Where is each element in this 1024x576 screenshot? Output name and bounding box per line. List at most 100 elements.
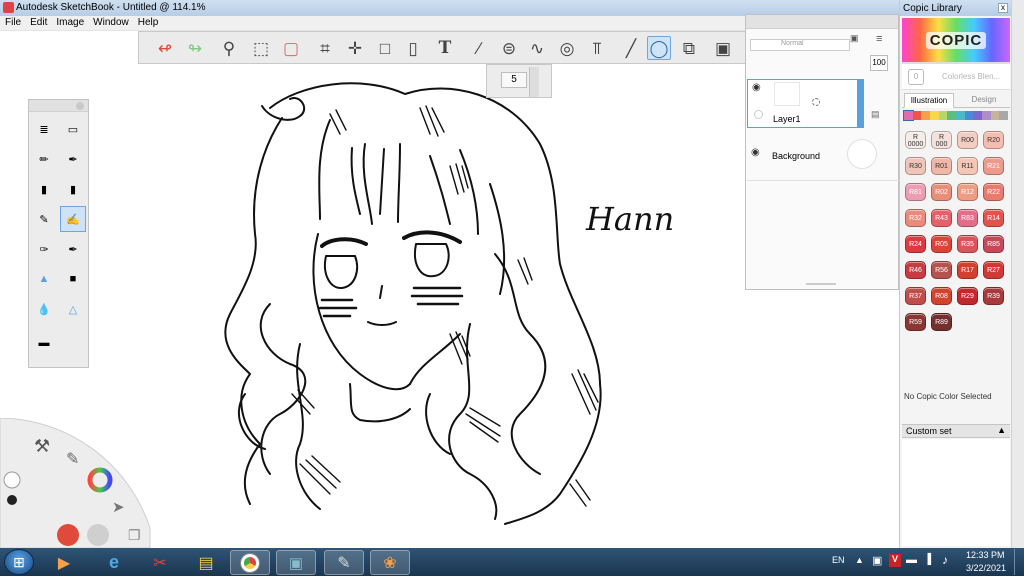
- chrome-icon[interactable]: [230, 550, 270, 575]
- antivirus-icon[interactable]: V: [889, 554, 901, 567]
- copic-close-icon[interactable]: x: [998, 3, 1008, 13]
- internet-explorer-icon[interactable]: e: [94, 550, 134, 575]
- hue-swatch[interactable]: [956, 111, 965, 120]
- ballpoint-brush-icon[interactable]: ✎: [31, 206, 57, 232]
- menu-edit[interactable]: Edit: [25, 16, 51, 28]
- hue-swatch[interactable]: [990, 111, 1000, 120]
- menu-window[interactable]: Window: [88, 16, 133, 28]
- network-icon[interactable]: ▬: [906, 554, 917, 566]
- copic-color-chip[interactable]: R46: [905, 261, 926, 279]
- calligraphy-brush-icon[interactable]: ✒: [60, 236, 86, 262]
- copic-hue-strip[interactable]: [903, 110, 1009, 121]
- tab-illustration[interactable]: Illustration: [904, 93, 954, 108]
- copic-color-chip[interactable]: R21: [983, 157, 1004, 175]
- hue-swatch[interactable]: [938, 111, 948, 120]
- copic-color-chip[interactable]: R11: [957, 157, 978, 175]
- copic-color-chip[interactable]: R30: [905, 157, 926, 175]
- layer-row-layer1[interactable]: ◉ Layer1: [747, 79, 858, 128]
- copic-color-chip[interactable]: R22: [983, 183, 1004, 201]
- brush-library-toggle-icon[interactable]: ▭: [60, 116, 86, 142]
- lagoon-brushes-icon[interactable]: ✎: [66, 451, 79, 468]
- undo-icon[interactable]: ↫: [153, 36, 177, 60]
- copic-color-chip[interactable]: R35: [957, 235, 978, 253]
- copic-color-chip[interactable]: R12: [957, 183, 978, 201]
- lagoon-undo-icon[interactable]: [57, 524, 79, 546]
- ink-brush-icon[interactable]: ✑: [31, 236, 57, 262]
- tray-expand-icon[interactable]: ▲: [855, 555, 864, 565]
- paint-net-icon[interactable]: ❀: [370, 550, 410, 575]
- colorless-blender-chip[interactable]: 0: [908, 68, 924, 85]
- copic-color-chip[interactable]: R56: [931, 261, 952, 279]
- ruler-icon[interactable]: ∕: [467, 36, 491, 60]
- redo-icon[interactable]: ↬: [183, 36, 207, 60]
- copic-icon[interactable]: ▣: [711, 36, 735, 60]
- eraser-soft-icon[interactable]: ▬: [31, 330, 57, 356]
- lagoon-copy-icon[interactable]: ❐: [128, 527, 141, 543]
- layer-lock-icon[interactable]: ▣: [850, 33, 859, 44]
- layer-visibility-icon[interactable]: ◉: [752, 82, 761, 93]
- menu-help[interactable]: Help: [133, 16, 163, 28]
- airbrush-icon[interactable]: ▲: [31, 266, 57, 292]
- copic-color-chip[interactable]: R37: [905, 287, 926, 305]
- marker-brush-icon[interactable]: ▮: [31, 176, 57, 202]
- opacity-value[interactable]: 100: [870, 55, 888, 71]
- copic-color-chip[interactable]: R39: [983, 287, 1004, 305]
- clock-date[interactable]: 3/22/2021: [966, 563, 1006, 573]
- select-icon[interactable]: ⬚: [249, 36, 273, 60]
- hue-swatch[interactable]: [964, 111, 974, 120]
- copic-color-chip[interactable]: R05: [931, 235, 952, 253]
- hue-swatch[interactable]: [903, 110, 914, 121]
- brush-settings-icon[interactable]: ≣: [31, 116, 57, 142]
- hue-swatch[interactable]: [973, 111, 983, 120]
- colorless-blender-row[interactable]: 0 Colorless Blen...: [902, 64, 1010, 90]
- layer-resize-grip[interactable]: [806, 283, 836, 285]
- french-curve-icon[interactable]: ∿: [525, 36, 549, 60]
- copic-color-chip[interactable]: R20: [983, 131, 1004, 149]
- lagoon-menu[interactable]: ⚒ ✎ ➤ ❐: [0, 418, 160, 548]
- language-indicator[interactable]: EN: [832, 555, 845, 565]
- lagoon-cursor-icon[interactable]: ➤: [112, 499, 125, 516]
- bucket-icon[interactable]: ▯: [401, 36, 425, 60]
- hue-swatch[interactable]: [947, 111, 957, 120]
- paintbrush-brush-icon[interactable]: ✍: [60, 206, 86, 232]
- copic-color-chip[interactable]: R85: [983, 235, 1004, 253]
- zoom-icon[interactable]: ⚲: [217, 36, 241, 60]
- background-visibility-icon[interactable]: ◉: [751, 147, 760, 158]
- copic-color-chip[interactable]: R59: [905, 313, 926, 331]
- inking-pen-brush-icon[interactable]: ✒: [60, 146, 86, 172]
- copic-color-chip[interactable]: R27: [983, 261, 1004, 279]
- text-icon[interactable]: T: [433, 36, 457, 60]
- clock-time[interactable]: 12:33 PM: [966, 550, 1005, 560]
- custom-set-area[interactable]: [902, 439, 1010, 546]
- blur-brush-icon[interactable]: 💧: [31, 296, 57, 322]
- lagoon-redo-icon[interactable]: [87, 524, 109, 546]
- blend-mode-select[interactable]: Normal: [750, 39, 850, 51]
- ellipse-ruler-icon[interactable]: ⊜: [497, 36, 521, 60]
- tab-design[interactable]: Design: [960, 93, 1008, 108]
- hue-swatch[interactable]: [921, 111, 931, 120]
- custom-set-collapse-icon[interactable]: ▲: [997, 425, 1006, 435]
- layer-opacity-bar[interactable]: [858, 79, 864, 128]
- hue-swatch[interactable]: [912, 111, 922, 120]
- copic-color-chip[interactable]: R01: [931, 157, 952, 175]
- copic-color-chip[interactable]: R83: [957, 209, 978, 227]
- custom-set-header[interactable]: Custom set ▲: [902, 424, 1010, 438]
- folder-icon[interactable]: ▤: [186, 550, 226, 575]
- symmetry-icon[interactable]: ⫪: [585, 36, 609, 60]
- layer-lock-dot-icon[interactable]: [754, 110, 763, 119]
- media-player-icon[interactable]: ▶: [44, 550, 84, 575]
- hue-swatch[interactable]: [930, 111, 939, 120]
- copic-color-chip[interactable]: R89: [931, 313, 952, 331]
- menu-image[interactable]: Image: [51, 16, 88, 28]
- images-icon[interactable]: ▣: [276, 550, 316, 575]
- copic-color-chip[interactable]: R32: [905, 209, 926, 227]
- perspective-icon[interactable]: ◎: [555, 36, 579, 60]
- sketchbook-icon[interactable]: ✎: [324, 550, 364, 575]
- copic-color-chip[interactable]: R00: [957, 131, 978, 149]
- copic-color-chip[interactable]: R 0000: [905, 131, 926, 149]
- stroke-icon[interactable]: ╱: [619, 36, 643, 60]
- snipping-tool-icon[interactable]: ✂: [140, 550, 180, 575]
- hue-swatch[interactable]: [982, 111, 991, 120]
- volume-icon[interactable]: ♪: [942, 553, 948, 567]
- lagoon-tools-icon[interactable]: ⚒: [34, 436, 50, 456]
